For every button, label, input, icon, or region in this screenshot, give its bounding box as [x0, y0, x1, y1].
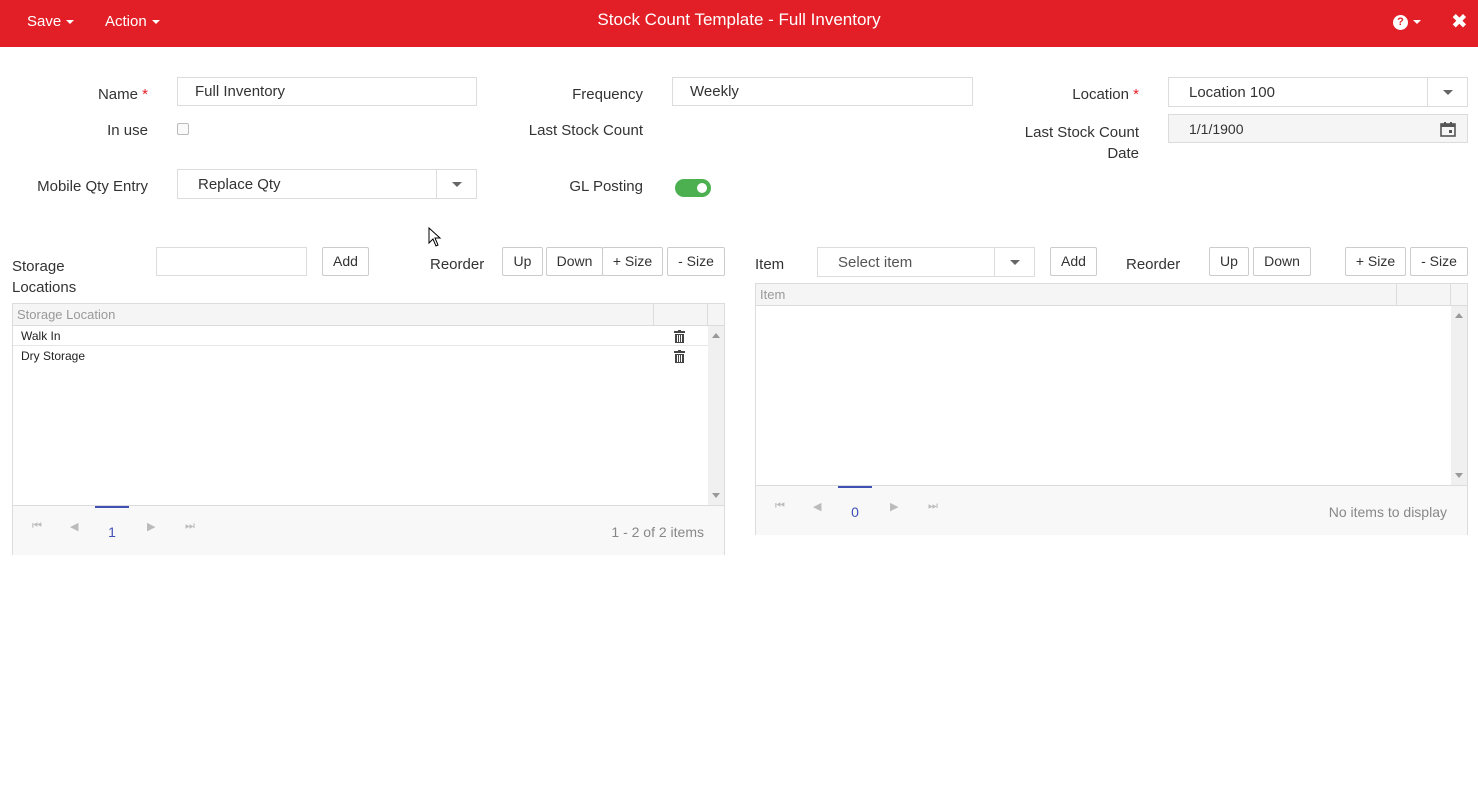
close-icon[interactable]: ✖	[1451, 9, 1468, 34]
table-row[interactable]: Dry Storage	[13, 346, 708, 366]
help-icon: ?	[1393, 14, 1408, 30]
gl-posting-toggle[interactable]	[675, 179, 711, 197]
first-page-icon[interactable]: ⏮	[32, 520, 42, 533]
item-down-button[interactable]: Down	[1253, 247, 1311, 276]
scroll-down-icon[interactable]	[1455, 473, 1463, 478]
storage-grid-pager: ⏮ ◀ 1 ▶ ⏭ 1 - 2 of 2 items	[13, 505, 724, 555]
item-add-button[interactable]: Add	[1050, 247, 1097, 276]
trash-icon[interactable]	[674, 330, 685, 343]
table-row[interactable]: Walk In	[13, 326, 708, 346]
dropdown-arrow-icon[interactable]	[436, 170, 476, 198]
storage-location-grid: Storage Location Walk In Dry Storage ⏮ ◀…	[12, 303, 725, 555]
name-label: Name *	[60, 86, 148, 103]
storage-locations-label-line1: Storage	[12, 258, 65, 275]
name-value: Full Inventory	[195, 83, 286, 100]
storage-plus-size-button[interactable]: + Size	[602, 247, 663, 276]
in-use-checkbox[interactable]	[177, 123, 189, 135]
item-select-placeholder: Select item	[838, 254, 913, 271]
storage-reorder-label: Reorder	[430, 256, 485, 273]
dropdown-arrow-icon[interactable]	[1427, 78, 1467, 106]
last-stock-count-date-label-line1: Last Stock Count	[1024, 124, 1139, 141]
grid-header: Storage Location	[13, 304, 724, 326]
required-mark: *	[142, 86, 148, 103]
caret-down-icon	[1413, 20, 1421, 25]
pager-info: No items to display	[1328, 504, 1447, 520]
scroll-up-icon[interactable]	[1455, 313, 1463, 318]
first-page-icon[interactable]: ⏮	[775, 500, 785, 513]
storage-location-input[interactable]	[156, 247, 307, 276]
current-page-number[interactable]: 0	[838, 504, 872, 520]
dropdown-arrow-icon[interactable]	[994, 248, 1034, 276]
storage-locations-label-line2: Locations	[12, 279, 77, 296]
last-stock-count-date-label-line2: Date	[1107, 145, 1139, 162]
grid-header: Item	[756, 284, 1467, 306]
location-dropdown[interactable]: Location 100	[1168, 77, 1468, 107]
storage-grid-scrollbar[interactable]	[708, 326, 724, 505]
item-label: Item	[755, 256, 785, 273]
location-label: Location *	[1030, 86, 1139, 103]
location-value: Location 100	[1189, 84, 1275, 101]
last-page-icon[interactable]: ⏭	[928, 500, 938, 513]
storage-up-button[interactable]: Up	[502, 247, 543, 276]
current-page-indicator	[95, 506, 129, 508]
next-page-icon[interactable]: ▶	[147, 520, 155, 533]
pager-info: 1 - 2 of 2 items	[611, 524, 704, 540]
item-grid-scrollbar[interactable]	[1451, 306, 1467, 485]
storage-minus-size-button[interactable]: - Size	[667, 247, 725, 276]
gl-posting-label: GL Posting	[569, 178, 643, 195]
mobile-qty-entry-label: Mobile Qty Entry	[37, 178, 148, 195]
in-use-label: In use	[107, 122, 148, 139]
item-select-dropdown[interactable]: Select item	[817, 247, 1035, 277]
toggle-knob	[697, 183, 707, 193]
mouse-cursor-icon	[428, 227, 442, 247]
last-stock-count-date-value: 1/1/1900	[1189, 121, 1244, 137]
help-menu-button[interactable]: ?	[1393, 13, 1421, 30]
storage-down-button[interactable]: Down	[546, 247, 603, 276]
last-stock-count-date-input: 1/1/1900	[1168, 114, 1468, 143]
storage-locations-label: Storage Locations	[12, 256, 76, 298]
frequency-value: Weekly	[690, 83, 739, 100]
page-title: Stock Count Template - Full Inventory	[597, 10, 881, 29]
previous-page-icon[interactable]: ◀	[813, 500, 821, 513]
last-page-icon[interactable]: ⏭	[185, 520, 195, 533]
current-page-indicator	[838, 486, 872, 488]
name-label-text: Name	[97, 86, 138, 103]
scroll-down-icon[interactable]	[712, 493, 720, 498]
calendar-icon[interactable]	[1440, 121, 1456, 137]
item-column-header[interactable]: Item	[760, 287, 785, 302]
storage-location-column-header[interactable]: Storage Location	[17, 307, 115, 322]
mobile-qty-entry-dropdown[interactable]: Replace Qty	[177, 169, 477, 199]
storage-location-cell: Dry Storage	[21, 349, 86, 363]
item-plus-size-button[interactable]: + Size	[1345, 247, 1406, 276]
item-up-button[interactable]: Up	[1209, 247, 1249, 276]
last-stock-count-date-label: Last Stock Count Date	[990, 122, 1139, 164]
top-bar: Save Action Stock Count Template - Full …	[0, 0, 1478, 47]
storage-add-button[interactable]: Add	[322, 247, 369, 276]
name-input[interactable]: Full Inventory	[177, 77, 477, 106]
frequency-input[interactable]: Weekly	[672, 77, 973, 106]
current-page-number[interactable]: 1	[95, 524, 129, 540]
location-label-text: Location	[1072, 86, 1129, 103]
storage-location-cell: Walk In	[21, 329, 61, 343]
next-page-icon[interactable]: ▶	[890, 500, 898, 513]
item-grid-pager: ⏮ ◀ 0 ▶ ⏭ No items to display	[756, 485, 1467, 535]
item-grid: Item ⏮ ◀ 0 ▶ ⏭ No items to display	[755, 283, 1468, 535]
item-minus-size-button[interactable]: - Size	[1410, 247, 1468, 276]
mobile-qty-entry-value: Replace Qty	[198, 176, 281, 193]
trash-icon[interactable]	[674, 350, 685, 363]
item-reorder-label: Reorder	[1126, 256, 1181, 273]
previous-page-icon[interactable]: ◀	[70, 520, 78, 533]
last-stock-count-label: Last Stock Count	[528, 122, 643, 139]
scroll-up-icon[interactable]	[712, 333, 720, 338]
required-mark: *	[1133, 86, 1139, 103]
frequency-label: Frequency	[572, 86, 643, 103]
